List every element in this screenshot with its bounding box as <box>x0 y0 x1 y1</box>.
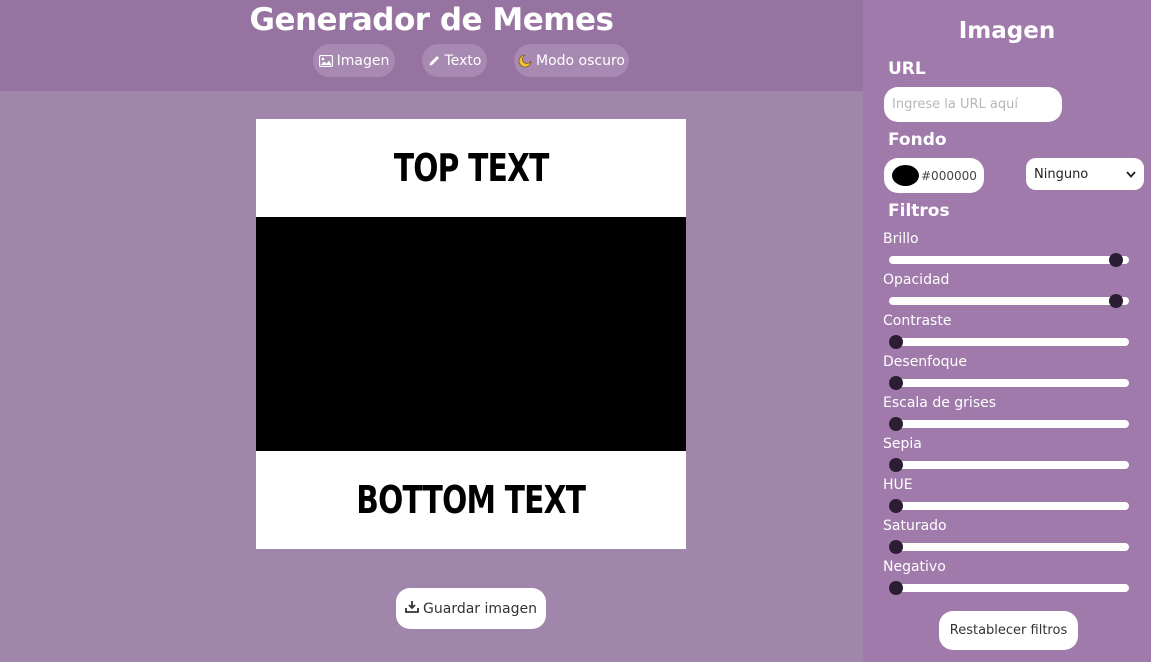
download-icon <box>405 600 419 617</box>
filter-slider-sepia[interactable] <box>889 458 1129 472</box>
filter-slider-opacidad[interactable] <box>889 294 1129 308</box>
dark-mode-label: Modo oscuro <box>536 52 625 69</box>
slider-thumb[interactable] <box>1109 253 1123 267</box>
filter-slider-hue[interactable] <box>889 499 1129 513</box>
background-section-label: Fondo <box>888 130 947 150</box>
filter-label-negativo: Negativo <box>883 559 946 575</box>
slider-thumb[interactable] <box>889 376 903 390</box>
slider-thumb[interactable] <box>889 581 903 595</box>
image-icon <box>318 54 333 67</box>
meme-image <box>256 217 686 451</box>
slider-thumb[interactable] <box>889 458 903 472</box>
slider-thumb[interactable] <box>889 335 903 349</box>
blend-mode-select[interactable]: Ninguno <box>1026 158 1144 190</box>
filter-slider-brillo[interactable] <box>889 253 1129 267</box>
filter-label-hue: HUE <box>883 477 913 493</box>
filter-label-contraste: Contraste <box>883 313 952 329</box>
filter-label-opacidad: Opacidad <box>883 272 950 288</box>
text-panel-label: Texto <box>444 52 482 69</box>
meme-top-area: TOP TEXT <box>256 119 686 217</box>
slider-thumb[interactable] <box>889 540 903 554</box>
filters-section-label: Filtros <box>888 201 950 221</box>
image-panel: Imagen URL Fondo #000000 Ninguno Filtros… <box>863 0 1151 662</box>
filter-label-desenfoque: Desenfoque <box>883 354 968 370</box>
pencil-icon <box>428 54 441 67</box>
background-color-picker[interactable]: #000000 <box>884 158 984 193</box>
filter-label-sepia: Sepia <box>883 436 922 452</box>
text-panel-button[interactable]: Texto <box>422 44 487 77</box>
slider-thumb[interactable] <box>1109 294 1123 308</box>
save-image-label: Guardar imagen <box>423 600 537 617</box>
filter-label-saturado: Saturado <box>883 518 947 534</box>
blend-mode-value: Ninguno <box>1034 166 1089 182</box>
meme-bottom-text: BOTTOM TEXT <box>356 478 587 522</box>
image-panel-button[interactable]: Imagen <box>313 44 395 77</box>
filter-label-escala-de-grises: Escala de grises <box>883 395 997 411</box>
color-swatch <box>892 165 919 186</box>
slider-thumb[interactable] <box>889 499 903 513</box>
filter-slider-desenfoque[interactable] <box>889 376 1129 390</box>
filter-slider-escala-de-grises[interactable] <box>889 417 1129 431</box>
meme-top-text: TOP TEXT <box>393 146 550 190</box>
header: Generador de Memes Imagen Texto Modo osc… <box>0 0 863 91</box>
meme-canvas: TOP TEXT BOTTOM TEXT <box>256 119 686 549</box>
filter-label-brillo: Brillo <box>883 231 919 247</box>
page-title: Generador de Memes <box>249 2 615 38</box>
slider-thumb[interactable] <box>889 417 903 431</box>
filter-slider-contraste[interactable] <box>889 335 1129 349</box>
save-image-button[interactable]: Guardar imagen <box>396 588 546 629</box>
panel-title: Imagen <box>958 18 1056 44</box>
chevron-down-icon <box>1126 167 1136 182</box>
filter-slider-negativo[interactable] <box>889 581 1129 595</box>
image-panel-label: Imagen <box>336 52 390 69</box>
reset-filters-button[interactable]: Restablecer filtros <box>939 611 1078 650</box>
url-input[interactable] <box>884 87 1062 122</box>
moon-icon <box>518 54 532 68</box>
url-section-label: URL <box>888 59 926 79</box>
dark-mode-button[interactable]: Modo oscuro <box>514 44 629 77</box>
filter-slider-saturado[interactable] <box>889 540 1129 554</box>
meme-bottom-area: BOTTOM TEXT <box>256 451 686 549</box>
color-value: #000000 <box>921 168 977 183</box>
